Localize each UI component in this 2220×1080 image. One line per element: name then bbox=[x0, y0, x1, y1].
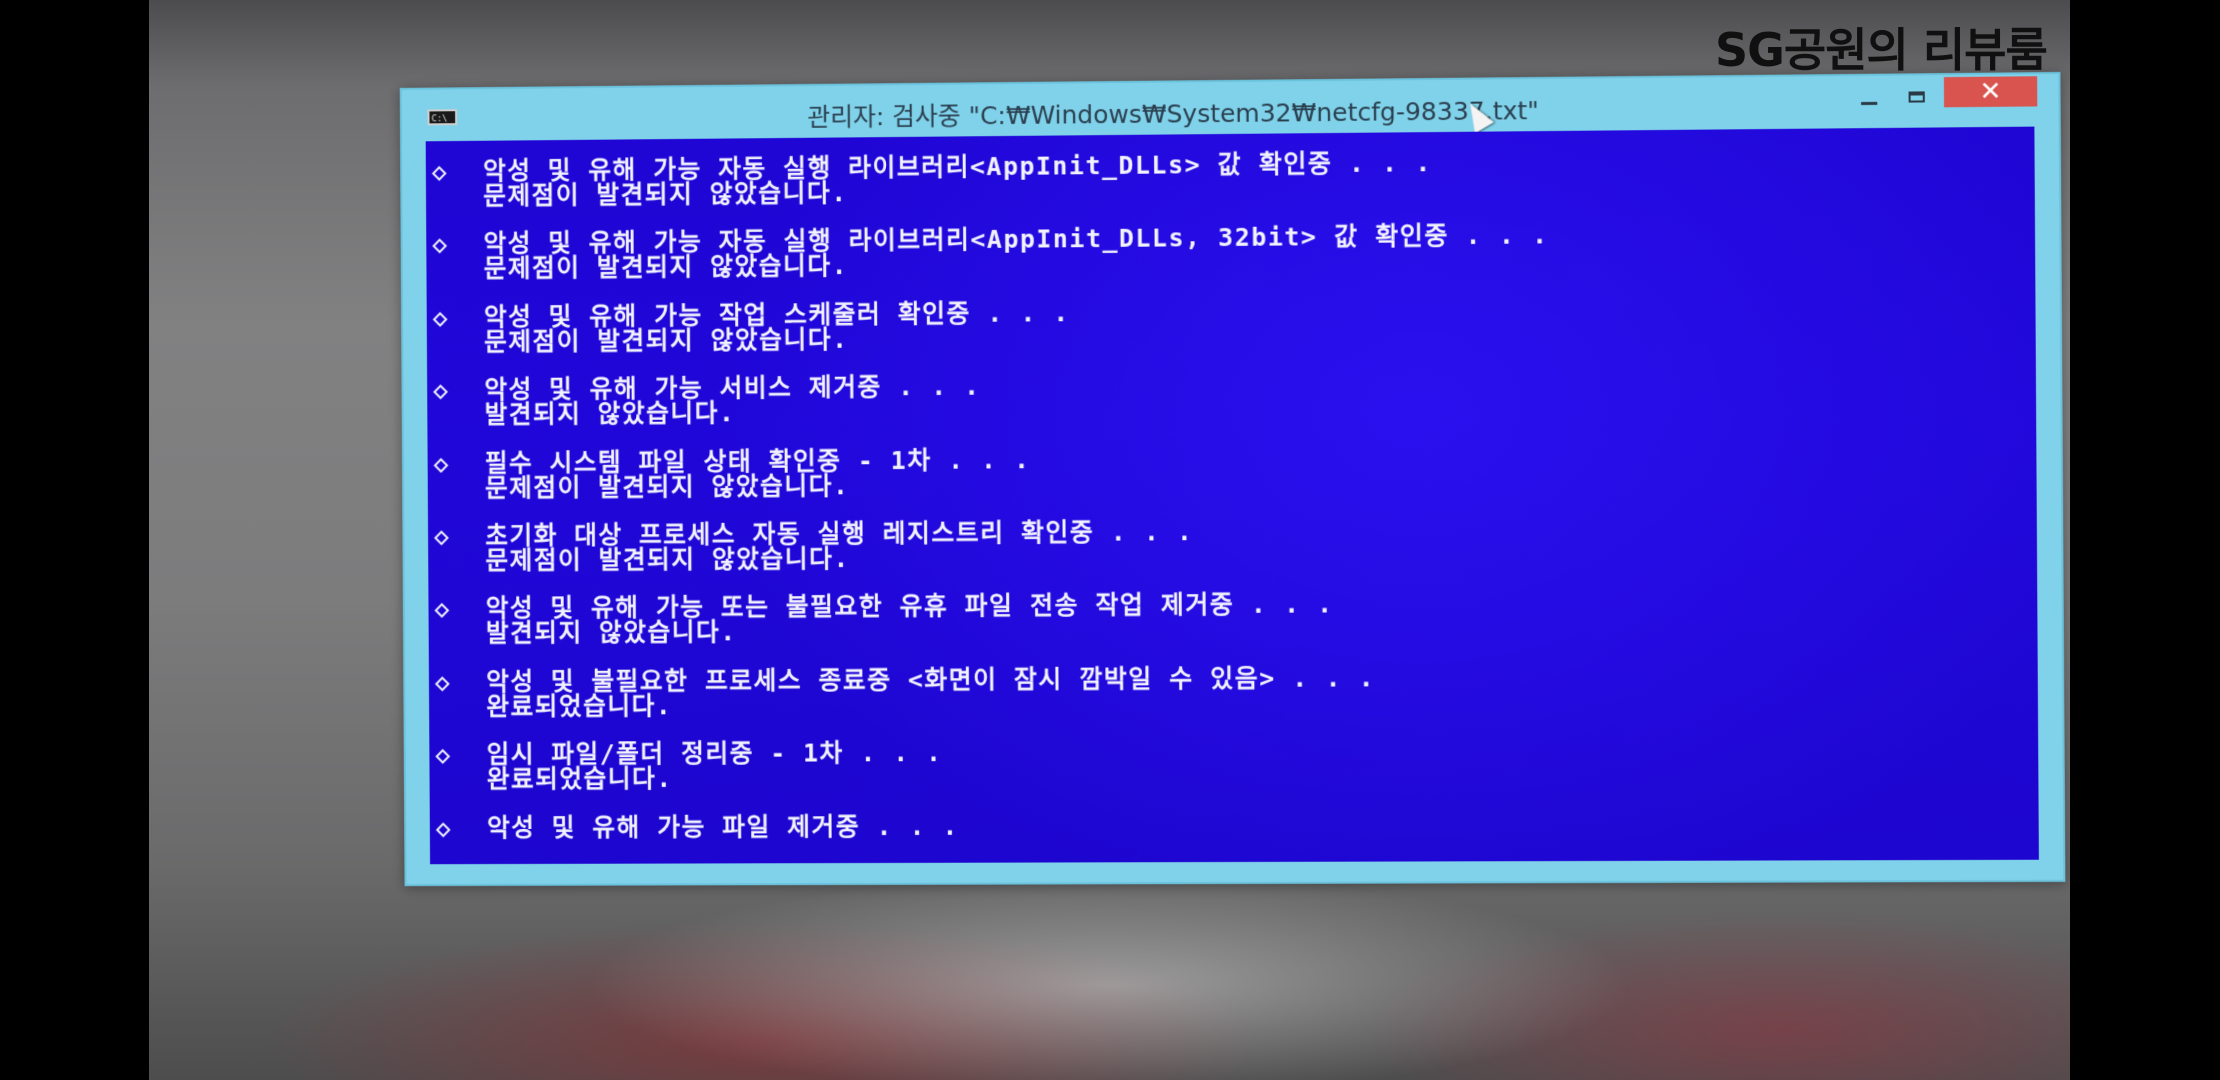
log-entry: ◇ 악성 및 유해 가능 또는 불필요한 유휴 파일 전송 작업 제거중 . . … bbox=[434, 588, 2024, 669]
diamond-bullet-icon: ◇ bbox=[434, 596, 485, 621]
log-entry: ◇ 임시 파일/폴더 정리중 - 1차 . . . 완료되었습니다. bbox=[435, 736, 2025, 815]
console-output[interactable]: ◇ 악성 및 유해 가능 자동 실행 라이브러리<AppInit_DLLs> 값 … bbox=[426, 127, 2039, 865]
log-message: 악성 및 유해 가능 파일 제거중 . . . bbox=[487, 811, 959, 841]
diamond-bullet-icon: ◇ bbox=[433, 304, 484, 329]
diamond-bullet-icon: ◇ bbox=[433, 450, 484, 475]
log-entry: ◇ 필수 시스템 파일 상태 확인중 - 1차 . . . 문제점이 발견되지 않… bbox=[433, 440, 2023, 523]
maximize-button[interactable] bbox=[1897, 81, 1938, 114]
log-entry: ◇ 악성 및 불필요한 프로세스 종료중 <화면이 잠시 깜박일 수 있음> . … bbox=[435, 662, 2025, 742]
log-entry: ◇ 악성 및 유해 가능 파일 제거중 . . . bbox=[436, 810, 2026, 864]
channel-watermark: SG공원의 리뷰룸 bbox=[1715, 14, 2070, 80]
minimize-button[interactable] bbox=[1849, 82, 1890, 115]
log-entry: ◇ 초기화 대상 프로세스 자동 실행 레지스트리 확인중 . . . 문제점이 … bbox=[434, 514, 2024, 596]
log-result: 문제점이 발견되지 않았습니다. bbox=[434, 540, 2024, 574]
diamond-bullet-icon: ◇ bbox=[432, 232, 483, 257]
window-frame: C:\ 관리자: 검사중 "C:₩Windows₩System32₩netcfg… bbox=[400, 72, 2066, 886]
log-entry: ◇ 악성 및 유해 가능 자동 실행 라이브러리<AppInit_DLLs, 32… bbox=[432, 219, 2022, 305]
log-entry: ◇ 악성 및 유해 가능 서비스 제거중 . . . 발견되지 않았습니다. bbox=[433, 367, 2023, 451]
diamond-bullet-icon: ◇ bbox=[432, 159, 483, 184]
log-entry: ◇ 악성 및 유해 가능 자동 실행 라이브러리<AppInit_DLLs> 값 … bbox=[432, 145, 2022, 232]
close-button[interactable]: ✕ bbox=[1944, 76, 2037, 107]
console-lines: ◇ 악성 및 유해 가능 자동 실행 라이브러리<AppInit_DLLs> 값 … bbox=[432, 145, 2026, 864]
diamond-bullet-icon: ◇ bbox=[434, 523, 485, 548]
log-entry: ◇ 악성 및 유해 가능 작업 스케줄러 확인중 . . . 문제점이 발견되지 … bbox=[433, 293, 2023, 378]
photo-background: SG공원의 리뷰룸 C:\ 관리자: 검사중 "C:₩Windows₩Syste… bbox=[149, 0, 2070, 1080]
diamond-bullet-icon: ◇ bbox=[433, 377, 484, 402]
command-prompt-window[interactable]: C:\ 관리자: 검사중 "C:₩Windows₩System32₩netcfg… bbox=[400, 72, 2062, 882]
console-icon[interactable]: C:\ bbox=[427, 109, 457, 125]
diamond-bullet-icon: ◇ bbox=[436, 815, 487, 840]
diamond-bullet-icon: ◇ bbox=[435, 669, 486, 694]
window-title: 관리자: 검사중 "C:₩Windows₩System32₩netcfg-983… bbox=[807, 89, 1708, 133]
diamond-bullet-icon: ◇ bbox=[435, 742, 486, 767]
